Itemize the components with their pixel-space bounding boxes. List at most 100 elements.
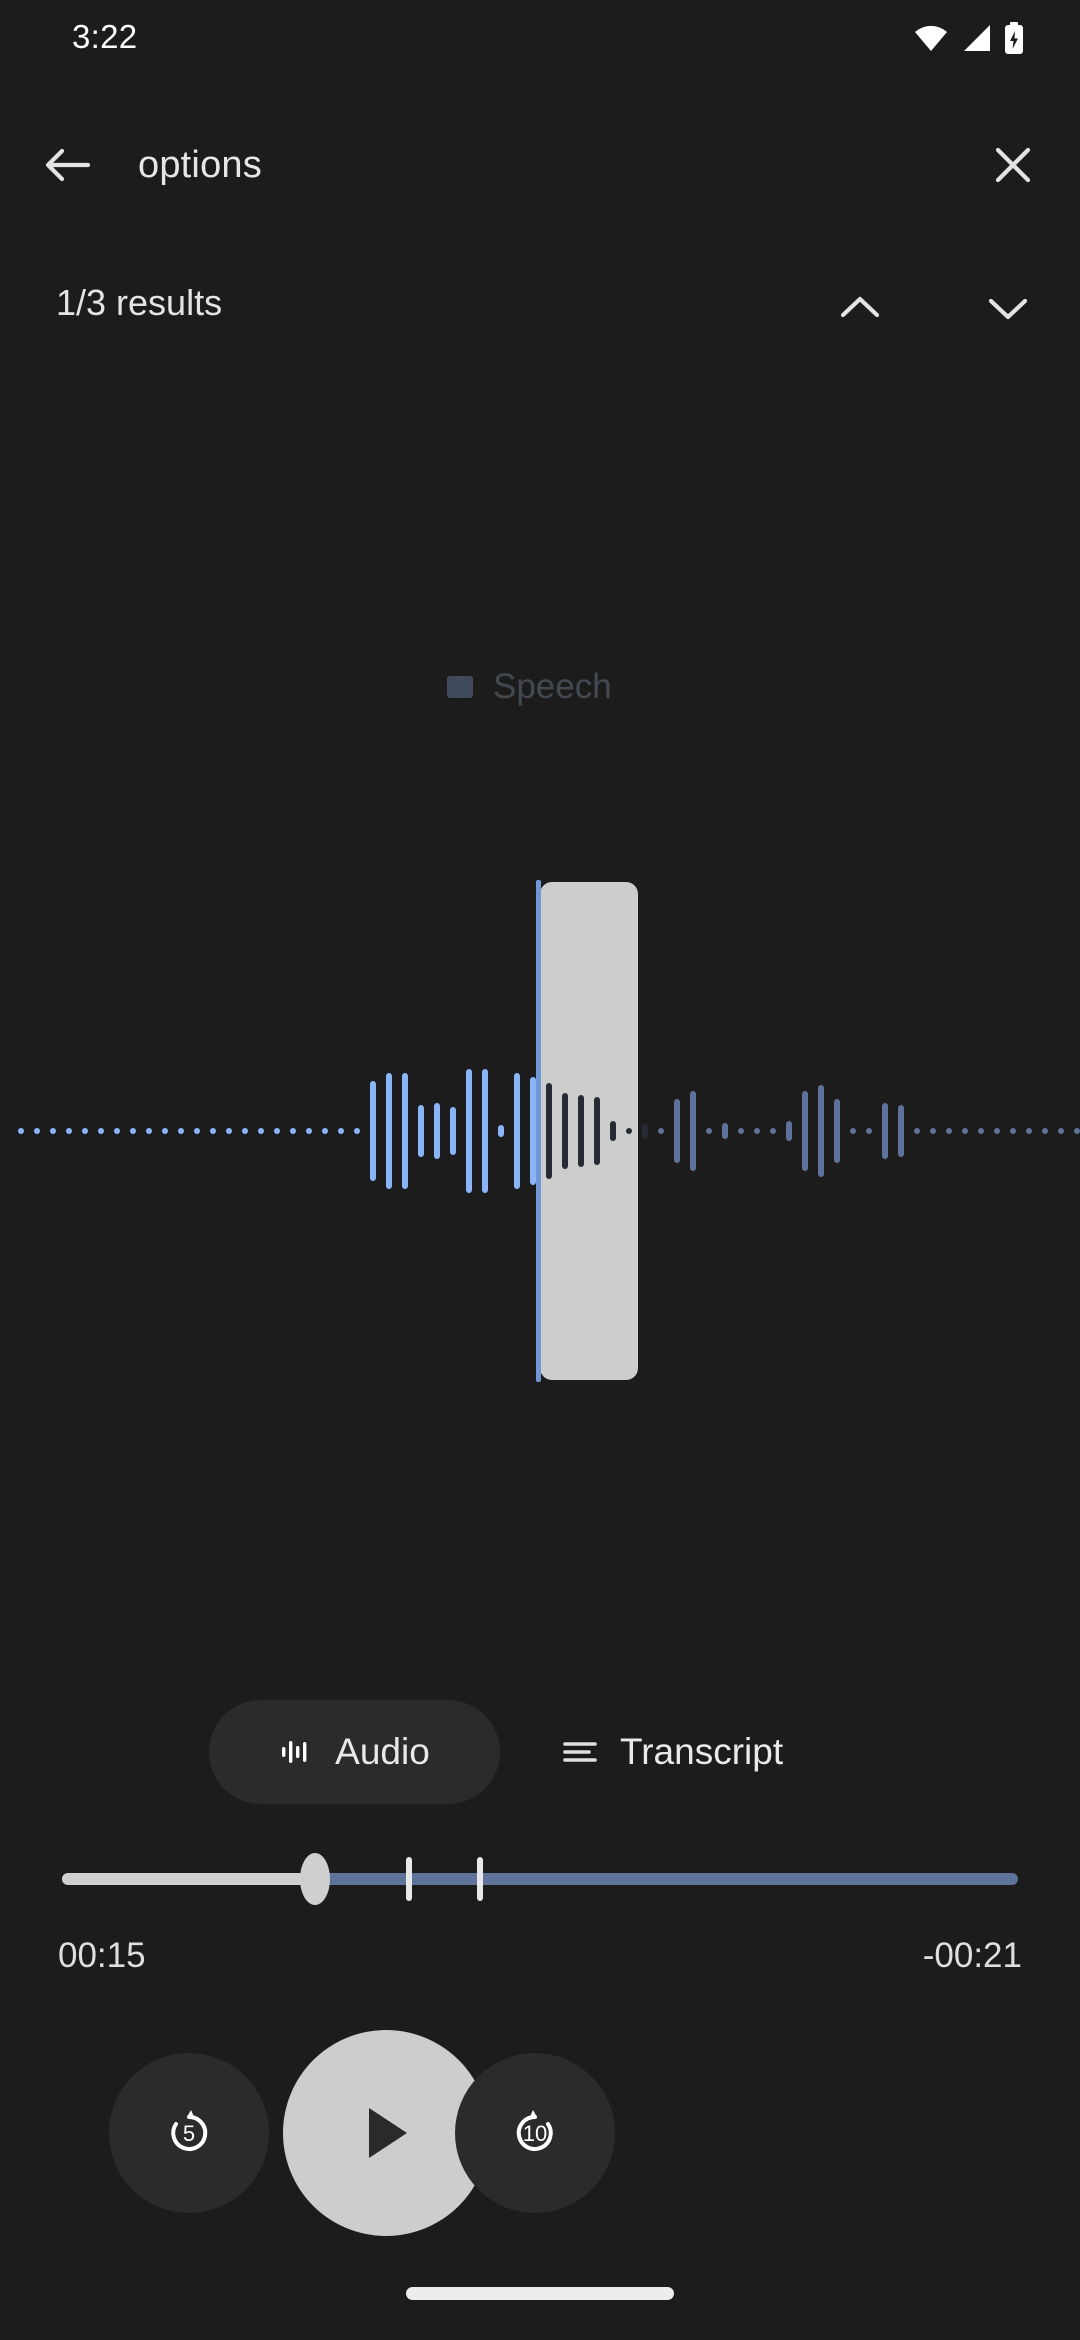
waveform-bar: [578, 1095, 584, 1167]
waveform-bar: [962, 1128, 968, 1134]
waveform-bar: [914, 1128, 920, 1134]
status-icon-group: [914, 22, 1024, 54]
waveform-bar: [562, 1093, 568, 1169]
waveform-selection-highlight[interactable]: [540, 882, 638, 1380]
view-mode-tabs: Audio Transcript: [0, 1700, 1080, 1808]
waveform-bar: [274, 1128, 280, 1134]
waveform-bar: [498, 1125, 504, 1137]
chevron-up-icon: [840, 296, 880, 318]
speech-legend-swatch: [447, 676, 473, 698]
time-labels: 00:15 -00:21: [0, 1930, 1080, 1990]
waveform-bar: [818, 1085, 824, 1177]
waveform-bar: [514, 1073, 520, 1189]
waveform-canvas[interactable]: Speech: [0, 380, 1080, 1650]
waveform-bar: [722, 1123, 728, 1139]
waveform-bar: [194, 1128, 200, 1134]
waveform-bar: [946, 1128, 952, 1134]
waveform-bar: [626, 1128, 632, 1134]
back-button[interactable]: [38, 136, 96, 194]
replay-5-label: 5: [182, 2120, 196, 2146]
tab-transcript-label: Transcript: [620, 1731, 784, 1772]
recorder-screen: 3:22 options 1/3 results Speech Audio Tr…: [0, 0, 1080, 2340]
waveform-bar: [642, 1124, 648, 1138]
arrow-back-icon: [45, 148, 91, 182]
waveform-bar: [674, 1099, 680, 1163]
tab-audio-label: Audio: [335, 1731, 430, 1772]
waveform-bar: [386, 1073, 392, 1189]
waveform-bar: [242, 1128, 248, 1134]
waveform-bar: [354, 1128, 360, 1134]
waveform-bar: [34, 1128, 40, 1134]
waveform-bar: [306, 1128, 312, 1134]
elapsed-time: 00:15: [58, 1936, 146, 1975]
wifi-icon: [915, 25, 947, 51]
waveform-bar: [434, 1103, 440, 1159]
waveform-bar: [866, 1128, 872, 1134]
remaining-time: -00:21: [922, 1936, 1022, 1975]
waveform-bar: [258, 1128, 264, 1134]
waveform-bar: [1074, 1128, 1080, 1134]
tab-transcript[interactable]: Transcript: [540, 1700, 860, 1804]
search-input[interactable]: options: [138, 140, 262, 190]
previous-result-button[interactable]: [820, 273, 900, 343]
waveform-bar: [1042, 1128, 1048, 1134]
list-lines-icon: [563, 1742, 597, 1762]
waveform-bar: [322, 1128, 328, 1134]
waveform-bar: [850, 1128, 856, 1134]
chevron-down-icon: [988, 298, 1028, 320]
waveform-bar: [690, 1091, 696, 1171]
waveform-bar: [66, 1128, 72, 1134]
cellular-signal-icon: [964, 25, 990, 51]
waveform-bar: [882, 1103, 888, 1159]
waveform-bar: [50, 1128, 56, 1134]
status-bar: 3:22: [0, 0, 1080, 72]
waveform-bar: [82, 1128, 88, 1134]
waveform-bar: [802, 1091, 808, 1171]
seek-bar[interactable]: [0, 1853, 1080, 1905]
waveform-bar: [226, 1128, 232, 1134]
replay-5-button[interactable]: 5: [109, 2053, 269, 2213]
results-count-label: 1/3 results: [56, 282, 223, 323]
waveform-bar: [770, 1128, 776, 1134]
forward-10-button[interactable]: 10: [455, 2053, 615, 2213]
seek-thumb[interactable]: [300, 1853, 330, 1905]
waveform-bar: [738, 1128, 744, 1134]
waveform-playhead[interactable]: [536, 880, 541, 1382]
close-search-button[interactable]: [984, 136, 1042, 194]
waveform-bar: [450, 1107, 456, 1155]
play-icon: [369, 2108, 407, 2158]
seek-marker[interactable]: [477, 1857, 483, 1901]
next-result-button[interactable]: [968, 273, 1048, 343]
waveform-bar: [418, 1105, 424, 1157]
waveform-bar: [466, 1069, 472, 1193]
speech-legend-label: Speech: [493, 667, 612, 706]
home-gesture-bar[interactable]: [406, 2287, 674, 2300]
waveform-bar: [482, 1069, 488, 1193]
waveform-bar: [114, 1128, 120, 1134]
waveform-bar: [338, 1128, 344, 1134]
waveform-bar: [754, 1128, 760, 1134]
forward-10-label: 10: [522, 2120, 548, 2146]
waveform-bar: [834, 1099, 840, 1163]
waveform-bar: [594, 1097, 600, 1165]
waveform-bar: [130, 1128, 136, 1134]
waveform-bar: [370, 1081, 376, 1181]
waveform-bar: [18, 1128, 24, 1134]
waveform-icon: [282, 1741, 307, 1763]
waveform-bar: [530, 1077, 536, 1185]
waveform-bar: [290, 1128, 296, 1134]
waveform-bar: [1010, 1128, 1016, 1134]
waveform-bar: [1026, 1128, 1032, 1134]
waveform-bar: [994, 1128, 1000, 1134]
waveform-bar: [98, 1128, 104, 1134]
search-app-bar: options: [0, 110, 1080, 220]
waveform-bar: [210, 1128, 216, 1134]
waveform-bar: [610, 1121, 616, 1141]
waveform-bar: [546, 1083, 552, 1179]
waveform-bar: [898, 1105, 904, 1157]
waveform-bar: [706, 1128, 712, 1134]
seek-marker[interactable]: [406, 1857, 412, 1901]
tab-audio[interactable]: Audio: [209, 1700, 500, 1804]
waveform-bar: [786, 1121, 792, 1141]
waveform-bar: [1058, 1128, 1064, 1134]
